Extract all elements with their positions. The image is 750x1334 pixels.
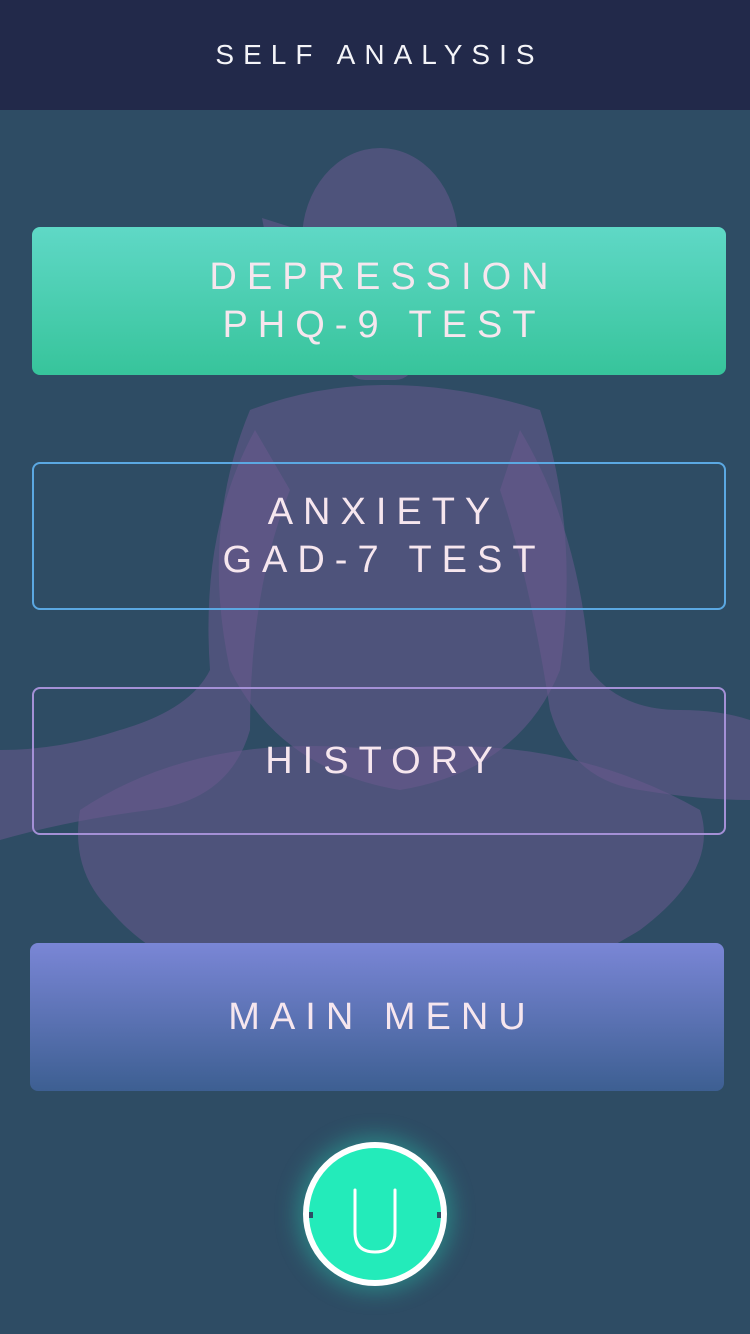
top-bar: SELF ANALYSIS xyxy=(0,0,750,110)
depression-phq9-button[interactable]: DEPRESSION PHQ-9 TEST xyxy=(32,227,726,375)
u-shape-icon xyxy=(309,1188,441,1254)
depression-label: DEPRESSION xyxy=(209,256,559,298)
main-menu-button[interactable]: MAIN MENU xyxy=(30,943,724,1091)
history-label: HISTORY xyxy=(265,740,503,782)
phq9-test-label: PHQ-9 TEST xyxy=(222,304,546,346)
anxiety-gad7-button[interactable]: ANXIETY GAD-7 TEST xyxy=(32,462,726,610)
anxiety-label: ANXIETY xyxy=(267,491,501,533)
home-fab-button[interactable] xyxy=(303,1142,447,1286)
history-button[interactable]: HISTORY xyxy=(32,687,726,835)
main-menu-label: MAIN MENU xyxy=(228,996,536,1038)
gad7-test-label: GAD-7 TEST xyxy=(222,539,546,581)
home-fab-wrapper xyxy=(303,1142,447,1286)
page-title: SELF ANALYSIS xyxy=(215,39,544,70)
